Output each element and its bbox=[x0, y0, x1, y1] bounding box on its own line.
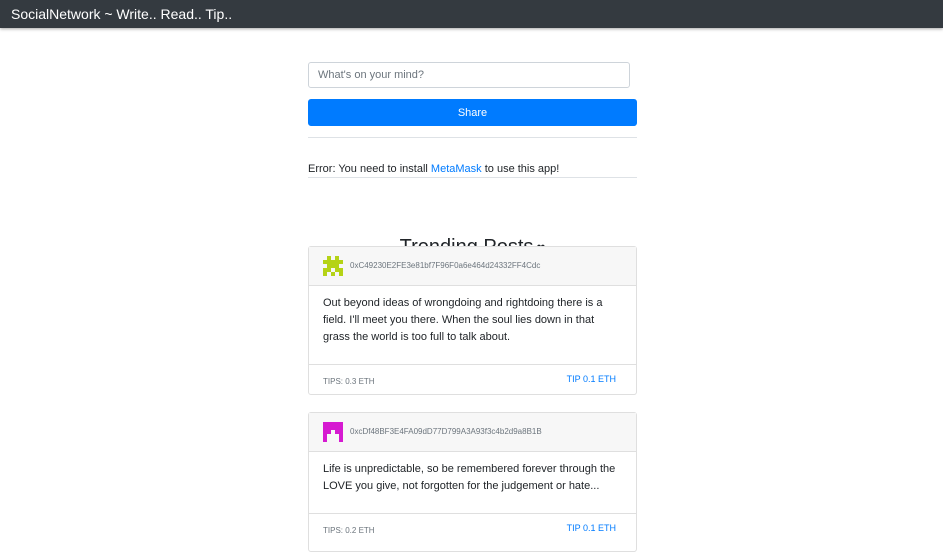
identicon-green bbox=[323, 256, 343, 276]
navbar-brand[interactable]: SocialNetwork ~ Write.. Read.. Tip.. bbox=[11, 6, 232, 22]
post-card: 0xcDf48BF3E4FA09dD77D799A3A93f3c4b2d9a8B… bbox=[308, 412, 637, 552]
top-navbar: SocialNetwork ~ Write.. Read.. Tip.. bbox=[0, 0, 943, 28]
post-content: Life is unpredictable, so be remembered … bbox=[323, 463, 616, 492]
post-author-address: 0xcDf48BF3E4FA09dD77D799A3A93f3c4b2d9a8B… bbox=[350, 427, 542, 436]
post-author-address: 0xC49230E2FE3e81bf7F96F0a6e464d24332FF4C… bbox=[350, 261, 541, 270]
post-content-input[interactable] bbox=[308, 62, 630, 88]
error-prefix: Error: You need to install bbox=[308, 163, 428, 175]
post-header: 0xcDf48BF3E4FA09dD77D799A3A93f3c4b2d9a8B… bbox=[309, 413, 636, 452]
divider bbox=[308, 177, 637, 178]
post-header: 0xC49230E2FE3e81bf7F96F0a6e464d24332FF4C… bbox=[309, 247, 636, 286]
identicon-magenta bbox=[323, 422, 343, 442]
tip-button[interactable]: TIP 0.1 ETH bbox=[567, 523, 616, 534]
post-footer: TIPS: 0.2 ETH TIP 0.1 ETH bbox=[309, 513, 636, 545]
tip-button[interactable]: TIP 0.1 ETH bbox=[567, 374, 616, 385]
post-tips-amount: TIPS: 0.3 ETH bbox=[323, 377, 375, 386]
post-content: Out beyond ideas of wrongdoing and right… bbox=[323, 297, 603, 343]
share-button[interactable]: Share bbox=[308, 99, 637, 126]
identicon-avatar-icon bbox=[323, 256, 343, 276]
post-tips-amount: TIPS: 0.2 ETH bbox=[323, 526, 375, 535]
error-suffix: to use this app! bbox=[484, 163, 560, 175]
divider bbox=[308, 137, 637, 138]
error-message: Error: You need to install MetaMask to u… bbox=[308, 163, 559, 176]
post-card: 0xC49230E2FE3e81bf7F96F0a6e464d24332FF4C… bbox=[308, 246, 637, 395]
metamask-link[interactable]: MetaMask bbox=[431, 163, 482, 175]
identicon-avatar-icon bbox=[323, 422, 343, 442]
post-footer: TIPS: 0.3 ETH TIP 0.1 ETH bbox=[309, 364, 636, 396]
